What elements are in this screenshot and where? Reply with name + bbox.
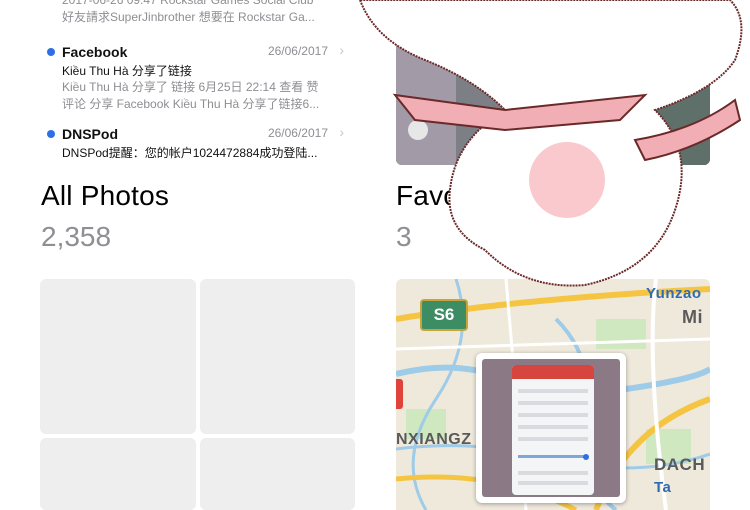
album-title-favorites[interactable]: Favo [396,180,459,212]
map-label: Yunzao [646,285,702,302]
photo-thumbnail [482,359,620,497]
album-thumbnail-placeholder[interactable] [200,438,355,510]
mail-sender: DNSPod [62,126,118,142]
album-count-all-photos: 2,358 [41,221,112,252]
album-title-all-photos[interactable]: All Photos [41,180,169,212]
map-label: NXIANGZ [396,431,472,448]
album-thumbnail-placeholder[interactable] [40,279,196,434]
mail-subject: Kiều Thu Hà 分享了链接 [62,64,192,78]
map-marker-tag [396,379,403,409]
mail-sender: Facebook [62,44,128,60]
chevron-right-icon: › [339,124,344,140]
album-thumbnail-placeholder[interactable] [200,279,355,434]
places-map-thumbnail[interactable]: S6 Yunzao Mi NXIANGZ DACH Ta [396,279,710,510]
album-count-favorites: 3 [396,221,412,252]
mail-preview-line: 2017-06-26 09:47 Rockstar Games Social C… [62,0,314,7]
mail-preview-line: 评论 分享 Facebook Kiều Thu Hà 分享了链接6... [62,97,320,111]
map-photo-pin[interactable] [476,353,626,503]
phone-rows [518,389,589,485]
mail-preview-line: Kiều Thu Hà 分享了 链接 6月25日 22:14 查看 赞 [62,80,319,94]
unread-dot-icon [47,48,55,56]
mail-date: 26/06/2017 [267,126,328,140]
mail-preview-line: 好友請求SuperJinbrother 想要在 Rockstar Ga... [62,10,315,24]
map-label: Mi [682,307,703,327]
all-photos-thumbnail[interactable]: 2017-06-26 09:47 Rockstar Games Social C… [40,0,356,165]
album-thumbnail-placeholder[interactable] [40,438,196,510]
mail-date: 26/06/2017 [267,44,328,58]
map-label: Ta [654,479,672,496]
favorites-photo [396,0,710,165]
chevron-right-icon: › [339,42,344,58]
map-label: DACH [654,455,706,474]
unread-dot-icon [47,130,55,138]
favorites-thumbnail[interactable] [396,0,710,165]
highway-shield: S6 [420,299,468,331]
mail-subject: DNSPod提醒：您的帐户1024472884成功登陆... [62,146,318,160]
